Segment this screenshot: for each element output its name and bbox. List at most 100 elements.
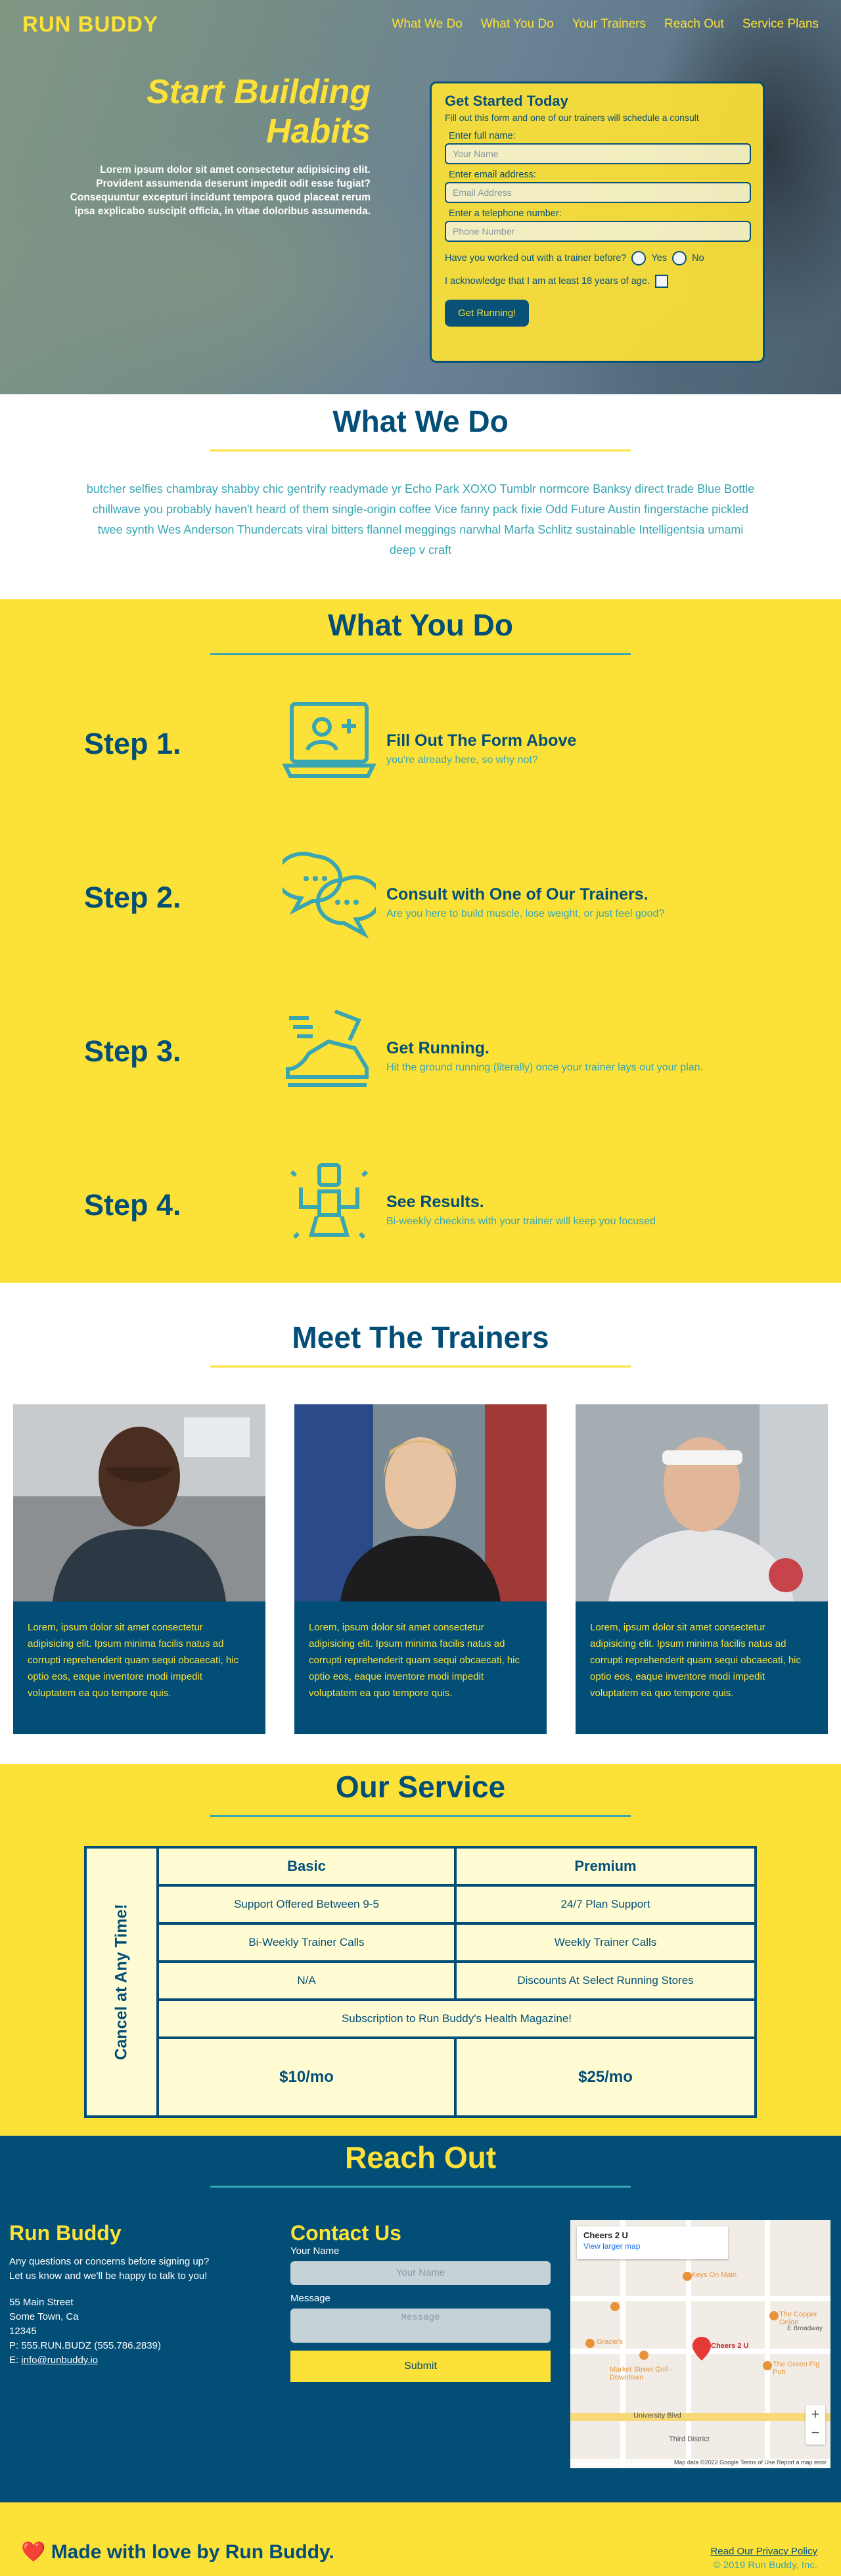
nav-link-service-plans[interactable]: Service Plans (742, 17, 819, 32)
section-divider (210, 449, 631, 451)
map-label: Market Street Grill - Downtown (610, 2366, 673, 2381)
view-larger-map-link[interactable]: View larger map (583, 2242, 721, 2251)
map-label: The Green Pig Pub (773, 2360, 820, 2376)
email-link[interactable]: info@runbuddy.io (21, 2355, 98, 2366)
step-number: Step 4. (84, 1188, 181, 1222)
plan-feature-cell: N/A (159, 1963, 457, 2001)
section-divider (210, 1366, 631, 1368)
map-label: Third District (669, 2435, 710, 2443)
map-zoom-controls[interactable]: + − (806, 2405, 825, 2445)
site-logo[interactable]: RUN BUDDY (22, 12, 158, 37)
basic-plan-header: Basic (159, 1849, 457, 1887)
map-label: University Blvd (633, 2412, 681, 2420)
what-we-do-title: What We Do (332, 404, 509, 438)
laptop-user-icon (283, 702, 376, 778)
plan-feature-cell: Bi-Weekly Trainer Calls (159, 1925, 457, 1963)
cancel-anytime-column: Cancel at Any Time! (87, 1849, 159, 2115)
step-title: Consult with One of Our Trainers. (386, 885, 648, 904)
step-description: Bi-weekly checkins with your trainer wil… (386, 1216, 656, 1227)
trainer-card: Lorem, ipsum dolor sit amet consectetur … (13, 1404, 265, 1734)
basic-price: $10/mo (159, 2039, 457, 2115)
trainer-photo (13, 1404, 265, 1601)
form-subtitle: Fill out this form and one of our traine… (445, 112, 699, 123)
age-ack-label: I acknowledge that I am at least 18 year… (445, 276, 650, 287)
step-text: Get Running. Hit the ground running (lit… (386, 1039, 703, 1074)
step-description: you're already here, so why not? (386, 754, 538, 766)
address-street: 55 Main Street (9, 2297, 74, 2308)
map-label: Gracie's (597, 2338, 623, 2346)
service-title: Our Service (335, 1770, 506, 1804)
get-running-button[interactable]: Get Running! (445, 300, 530, 327)
plan-feature-cell: Support Offered Between 9-5 (159, 1887, 457, 1925)
what-we-do-text: butcher selfies chambray shabby chic gen… (86, 482, 755, 557)
contact-name-label: Your Name (290, 2245, 340, 2257)
main-nav: What We Do What You Do Your Trainers Rea… (392, 17, 819, 32)
magazine-feature-cell: Subscription to Run Buddy's Health Magaz… (159, 2001, 754, 2039)
copyright: © 2019 Run Buddy, Inc. (713, 2560, 817, 2571)
step-text: Fill Out The Form Above you're already h… (386, 731, 576, 766)
step-number: Step 2. (84, 881, 181, 914)
nav-link-reach-out[interactable]: Reach Out (664, 17, 724, 32)
nav-link-your-trainers[interactable]: Your Trainers (572, 17, 646, 32)
submit-button[interactable]: Submit (290, 2351, 551, 2382)
trainers-title: Meet The Trainers (292, 1320, 549, 1354)
yes-label: Yes (651, 253, 668, 264)
nav-link-what-you-do[interactable]: What You Do (481, 17, 554, 32)
name-input[interactable]: Your Name (445, 143, 751, 164)
trainer-question-row: Have you worked out with a trainer befor… (445, 251, 750, 265)
phone-input[interactable]: Phone Number (445, 221, 751, 242)
map-label: Keys On Main (691, 2271, 737, 2279)
contact-blurb-2: Let us know and we'll be happy to talk t… (9, 2270, 208, 2282)
email-line: E: info@runbuddy.io (9, 2353, 259, 2368)
location-map[interactable]: Cheers 2 U View larger map Keys On Main … (570, 2220, 830, 2468)
step-text: See Results. Bi-weekly checkins with you… (386, 1193, 656, 1228)
trainer-card: Lorem, ipsum dolor sit amet consectetur … (294, 1404, 547, 1734)
nav-link-what-we-do[interactable]: What We Do (392, 17, 462, 32)
trainer-bio: Lorem, ipsum dolor sit amet consectetur … (28, 1622, 239, 1699)
step-4: Step 4. See Results. Bi-weekly checkins … (0, 1159, 841, 1251)
trainer-card: Lorem, ipsum dolor sit amet consectetur … (576, 1404, 828, 1734)
trainer-bio: Lorem, ipsum dolor sit amet consectetur … (590, 1622, 802, 1699)
age-ack-checkbox[interactable] (654, 275, 668, 288)
premium-plan-header: Premium (457, 1849, 754, 1887)
company-name: Run Buddy (9, 2221, 122, 2245)
map-attribution: Map data ©2022 Google Terms of Use Repor… (570, 2459, 830, 2468)
step-number: Step 1. (84, 727, 181, 760)
step-text: Consult with One of Our Trainers. Are yo… (386, 885, 664, 920)
step-1: Step 1. Fill Out The Form Above you're a… (0, 697, 841, 789)
name-label: Enter full name: (449, 131, 516, 141)
hero-description: Lorem ipsum dolor sit amet consectetur a… (70, 164, 371, 217)
step-title: See Results. (386, 1193, 484, 1211)
step-description: Hit the ground running (literally) once … (386, 1062, 704, 1073)
plan-feature-cell: Weekly Trainer Calls (457, 1925, 754, 1963)
plans-grid: Basic Premium Support Offered Between 9-… (159, 1849, 754, 2115)
email-label: Enter email address: (449, 170, 536, 180)
step-number: Step 3. (84, 1034, 181, 1068)
step-description: Are you here to build muscle, lose weigh… (386, 908, 665, 919)
hero-text: Start Building Habits Lorem ipsum dolor … (66, 72, 371, 218)
trainer-bio: Lorem, ipsum dolor sit amet consectetur … (309, 1622, 520, 1699)
contact-form: Contact Us Your Name Your Name Message M… (290, 2221, 553, 2382)
hero-title: Start Building Habits (147, 73, 371, 150)
trainer-photo (294, 1404, 547, 1601)
message-textarea[interactable]: Message (290, 2309, 551, 2343)
privacy-policy-link[interactable]: Read Our Privacy Policy (710, 2546, 817, 2557)
contact-blurb-1: Any questions or concerns before signing… (9, 2256, 210, 2267)
premium-price: $25/mo (578, 2068, 633, 2086)
contact-name-input[interactable]: Your Name (290, 2261, 551, 2285)
section-divider (210, 2186, 631, 2188)
what-we-do-section: What We Do butcher selfies chambray shab… (0, 394, 841, 599)
step-title: Get Running. (386, 1039, 489, 1057)
site-header: RUN BUDDY What We Do What You Do Your Tr… (0, 0, 841, 49)
what-you-do-title: What You Do (328, 608, 513, 642)
yes-radio[interactable] (631, 251, 647, 265)
map-label: The Copper Onion (779, 2311, 818, 2326)
map-place-name: Cheers 2 U (583, 2230, 628, 2240)
chat-bubbles-icon (283, 852, 376, 939)
email-input[interactable]: Email Address (445, 182, 751, 203)
no-radio[interactable] (672, 251, 687, 265)
trainer-cards: Lorem, ipsum dolor sit amet consectetur … (0, 1404, 841, 1734)
plan-feature-cell: Discounts At Select Running Stores (457, 1963, 754, 2001)
trainers-section: Meet The Trainers Lorem, ipsum dolor sit… (0, 1283, 841, 1764)
map-info-box: Cheers 2 U View larger map (577, 2226, 728, 2259)
